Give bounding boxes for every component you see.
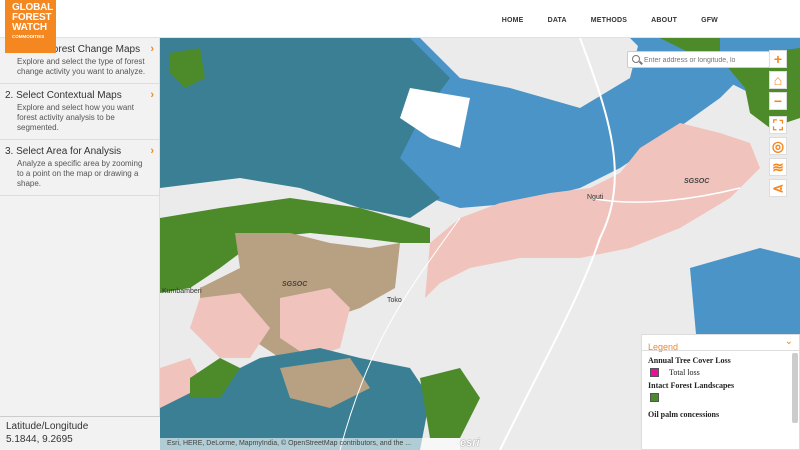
home-button[interactable]: ⌂ <box>769 71 787 89</box>
map-canvas[interactable]: SGSOC SGSOC Nguti Toko Kumbamberi + ⌂ − … <box>160 38 800 450</box>
fullscreen-icon: ⛶ <box>773 116 783 133</box>
main-nav: HOME DATA METHODS ABOUT GFW <box>478 17 718 24</box>
nav-about[interactable]: ABOUT <box>651 17 677 24</box>
legend-panel: Legend ⌄ Annual Tree Cover Loss Total lo… <box>641 334 800 450</box>
nav-home[interactable]: HOME <box>502 17 524 24</box>
locate-button[interactable]: ◎ <box>769 137 787 155</box>
share-icon: ⋖ <box>772 179 784 196</box>
share-button[interactable]: ⋖ <box>769 179 787 197</box>
chevron-down-icon: ⌄ <box>784 336 793 347</box>
nav-methods[interactable]: METHODS <box>591 17 627 24</box>
chevron-right-icon: › <box>150 43 154 55</box>
search-bar <box>627 51 770 68</box>
layers-button[interactable]: ≋ <box>769 158 787 176</box>
esri-logo: esri <box>460 437 480 449</box>
label-toko: Toko <box>387 297 402 304</box>
search-icon[interactable] <box>632 55 640 63</box>
latlon-readout: Latitude/Longitude 5.1844, 9.2695 <box>0 416 160 450</box>
label-sgsoc-west: SGSOC <box>282 281 308 288</box>
zoom-in-button[interactable]: + <box>769 50 787 68</box>
legend-swatch <box>650 368 659 377</box>
search-input[interactable] <box>644 54 766 66</box>
map-tools: + ⌂ − ⛶ ◎ ≋ ⋖ <box>769 50 789 200</box>
label-kumbamberi: Kumbamberi <box>162 288 202 295</box>
chevron-right-icon: › <box>150 89 154 101</box>
header: GLOBAL FOREST WATCH COMMODITIES HOME DAT… <box>0 0 800 53</box>
label-sgsoc-east: SGSOC <box>684 178 710 185</box>
zoom-out-button[interactable]: − <box>769 92 787 110</box>
legend-body: Annual Tree Cover Loss Total loss Intact… <box>642 351 799 426</box>
legend-row-total-loss: Total loss <box>650 368 793 377</box>
minus-icon: − <box>773 93 783 109</box>
gfw-logo[interactable]: GLOBAL FOREST WATCH COMMODITIES <box>5 0 56 53</box>
sidebar: 1. Select Forest Change Maps Explore and… <box>0 38 160 450</box>
legend-row-ifl <box>650 393 793 402</box>
chevron-right-icon: › <box>150 145 154 157</box>
locate-icon: ◎ <box>771 137 785 154</box>
plus-icon: + <box>773 51 783 67</box>
nav-data[interactable]: DATA <box>548 17 567 24</box>
fullscreen-button[interactable]: ⛶ <box>769 116 787 134</box>
home-icon: ⌂ <box>773 72 783 88</box>
label-nguti: Nguti <box>587 194 604 201</box>
map-attribution: Esri, HERE, DeLorme, MapmyIndia, © OpenS… <box>160 438 460 450</box>
legend-swatch <box>650 393 659 402</box>
legend-header[interactable]: Legend ⌄ <box>642 335 799 352</box>
layers-icon: ≋ <box>772 158 784 175</box>
step-contextual[interactable]: 2. Select Contextual Maps Explore and se… <box>0 84 159 140</box>
legend-scrollbar[interactable] <box>792 353 798 423</box>
step-area[interactable]: 3. Select Area for Analysis Analyze a sp… <box>0 140 159 196</box>
nav-gfw[interactable]: GFW <box>701 17 718 24</box>
